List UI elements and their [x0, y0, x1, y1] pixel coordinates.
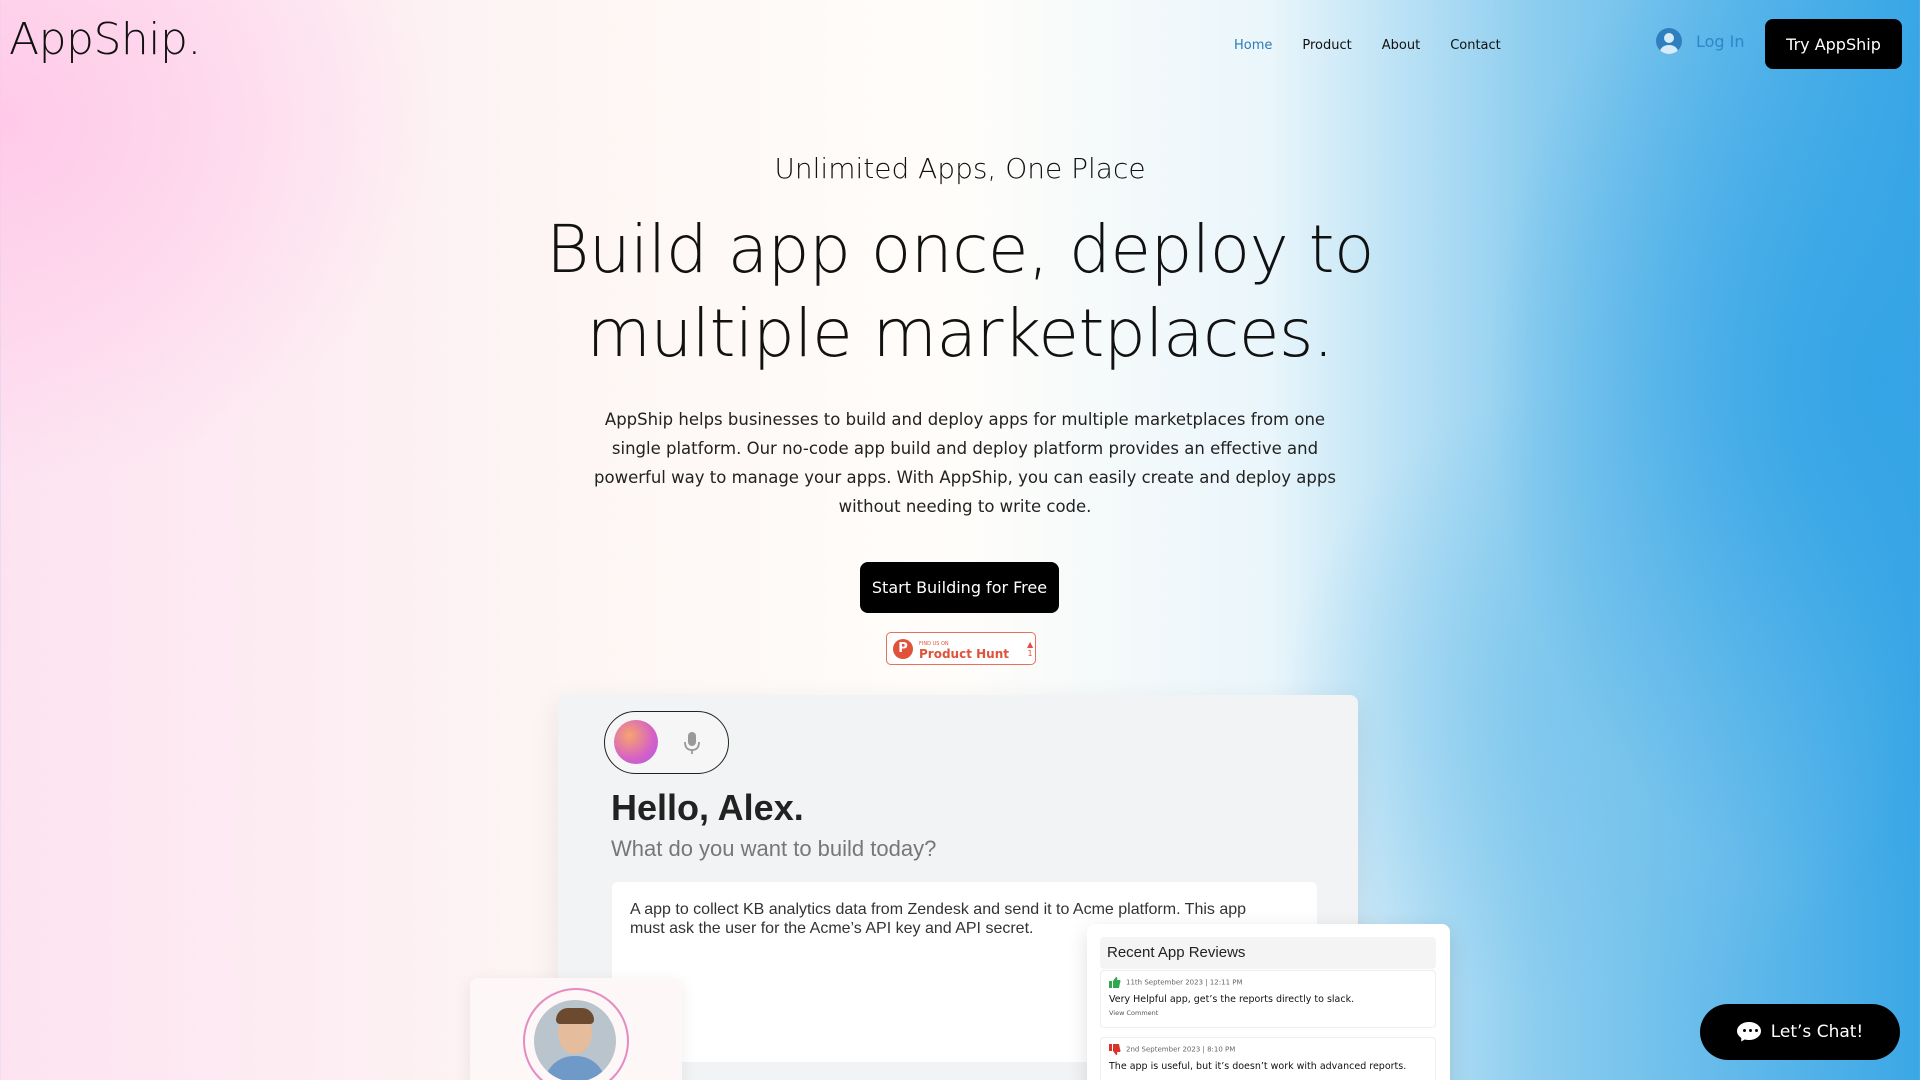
review-text: The app is useful, but it’s doesn’t work…	[1109, 1061, 1407, 1072]
product-hunt-name: Product Hunt	[919, 646, 1009, 661]
review-text: Very Helpful app, get’s the reports dire…	[1109, 994, 1355, 1005]
product-hunt-badge[interactable]: P FIND US ON Product Hunt ▲ 1	[886, 632, 1036, 665]
nav-about[interactable]: About	[1382, 38, 1420, 53]
nav-product[interactable]: Product	[1302, 38, 1351, 53]
avatar	[534, 1000, 616, 1080]
greeting: Hello, Alex.	[611, 787, 804, 828]
thumbs-up-icon	[1109, 977, 1121, 988]
view-comment-link[interactable]: View Comment	[1109, 1009, 1427, 1017]
review-date: 11th September 2023 | 12:11 PM	[1126, 978, 1243, 987]
vote-count: 1	[1027, 648, 1033, 658]
review-item: 2nd September 2023 | 8:10 PM The app is …	[1100, 1037, 1436, 1080]
nav-home[interactable]: Home	[1234, 38, 1272, 53]
greeting-subtitle: What do you want to build today?	[611, 836, 937, 861]
user-icon	[1656, 28, 1682, 54]
chat-button[interactable]: Let’s Chat!	[1700, 1004, 1900, 1060]
chat-bubble-icon	[1736, 1022, 1761, 1042]
review-date: 2nd September 2023 | 8:10 PM	[1126, 1045, 1236, 1054]
product-hunt-icon: P	[893, 638, 913, 659]
hero-headline: Build app once, deploy to multiple marke…	[546, 211, 1374, 372]
chat-label: Let’s Chat!	[1770, 1022, 1864, 1042]
login-label: Log In	[1696, 31, 1745, 51]
product-hunt-votes: ▲ 1	[1027, 640, 1033, 658]
reviews-title: Recent App Reviews	[1107, 944, 1246, 961]
hero-description: AppShip helps businesses to build and de…	[594, 410, 1336, 516]
try-appship-button[interactable]: Try AppShip	[1765, 19, 1902, 69]
login-link[interactable]: Log In	[1656, 28, 1745, 54]
start-building-button[interactable]: Start Building for Free	[860, 562, 1059, 613]
assistant-orb-icon	[614, 720, 658, 764]
microphone-icon[interactable]	[681, 730, 703, 756]
main-nav: Home Product About Contact	[1234, 38, 1501, 53]
upvote-icon: ▲	[1026, 639, 1034, 649]
hero-eyebrow: Unlimited Apps, One Place	[774, 152, 1146, 185]
brand-logo[interactable]: AppShip.	[9, 14, 201, 65]
thumbs-down-icon	[1109, 1044, 1121, 1055]
nav-contact[interactable]: Contact	[1450, 38, 1501, 53]
review-item: 11th September 2023 | 12:11 PM Very Help…	[1100, 970, 1436, 1028]
